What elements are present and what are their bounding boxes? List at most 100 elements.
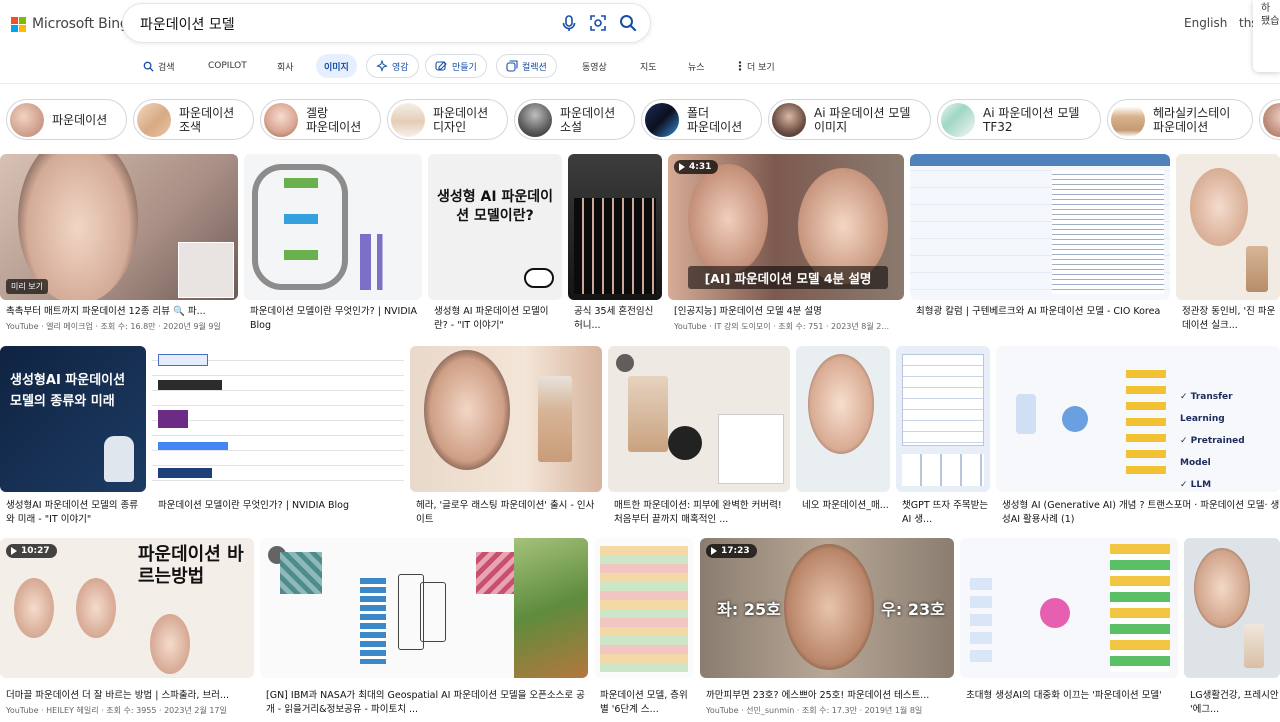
result-thumbnail xyxy=(910,154,1170,300)
related-chip[interactable]: Ai 파운데이션 모델 TF32 xyxy=(937,99,1101,140)
result-thumbnail xyxy=(244,154,422,300)
image-result[interactable]: 최형광 칼럼 | 구텐베르크와 AI 파운데이션 모델 - CIO Korea xyxy=(910,154,1170,334)
related-chip[interactable]: 겔랑 파운데이션 xyxy=(260,99,381,140)
video-result[interactable]: 17:23 좌: 25호 우: 23호 까만피부면 23호? 에스쁘아 25호!… xyxy=(700,538,954,722)
language-link[interactable]: English xyxy=(1184,16,1227,30)
image-result[interactable]: ✓ Transfer Learning ✓ Pretrained Model ✓ L… xyxy=(996,346,1280,532)
thumbnail-text: 생성형 AI 파운데이션 모델이란? xyxy=(437,189,553,224)
tab-collections[interactable]: 컬렉션 xyxy=(496,54,557,78)
result-caption[interactable]: 초대형 생성AI의 대중화 이끄는 '파운데이션 모델' xyxy=(966,689,1178,703)
result-thumbnail: 생성형 AI 파운데이션 모델이란? xyxy=(428,154,562,300)
result-caption[interactable]: 더마끌 파운데이션 더 잘 바르는 방법 | 스파출라, 브러... xyxy=(6,689,254,703)
search-box[interactable]: 파운데이션 모델 xyxy=(123,4,650,42)
result-thumbnail xyxy=(152,346,404,492)
result-caption[interactable]: [인공지능] 파운데이션 모델 4분 설명 xyxy=(674,305,904,319)
chip-thumbnail xyxy=(518,102,552,137)
related-chip[interactable]: 폴더 파운데이션 xyxy=(641,99,762,140)
image-result[interactable]: [GN] IBM과 NASA가 최대의 Geospatial AI 파운데이션 … xyxy=(260,538,588,722)
tab-create[interactable]: 만들기 xyxy=(425,54,487,78)
tab-search[interactable]: 검색 xyxy=(143,54,175,78)
tab-company[interactable]: 회사 xyxy=(277,54,294,78)
related-chip[interactable]: Ai 파운데이션 모델 이미지 xyxy=(768,99,931,140)
related-chip[interactable]: 파운데이션 xyxy=(6,99,127,140)
video-result[interactable]: 4:31 [AI] 파운데이션 모델 4분 설명 [인공지능] 파운데이션 모델… xyxy=(668,154,904,334)
result-caption[interactable]: 파운데이션 모델이란 무엇인가? | NVIDIA Blog xyxy=(158,499,404,513)
image-result[interactable]: 매트한 파운데이션: 피부에 완벽한 커버력! 처음부터 끝까지 매혹적인 ..… xyxy=(608,346,790,532)
result-meta: YouTube · HEILEY 헤일리 · 조회 수: 3955 · 2023… xyxy=(6,706,227,715)
image-result[interactable]: 파운데이션 모델이란 무엇인가? | NVIDIA Blog xyxy=(244,154,422,334)
image-result[interactable]: 헤라, '글로우 래스팅 파운데이션' 출시 - 인사이트 xyxy=(410,346,602,532)
tab-news[interactable]: 뉴스 xyxy=(688,54,705,78)
search-input[interactable]: 파운데이션 모델 xyxy=(140,14,235,34)
image-result[interactable]: 파운데이션 모델이란 무엇인가? | NVIDIA Blog xyxy=(152,346,404,532)
result-caption[interactable]: 공식 35세 혼전임신 허니... xyxy=(574,305,662,333)
thumbnail-labels: ✓ Transfer Learning ✓ Pretrained Model ✓ L… xyxy=(1180,392,1245,490)
result-caption[interactable]: 생성형 AI 파운데이션 모델이란? - "IT 이야기" xyxy=(434,305,562,333)
tab-maps[interactable]: 지도 xyxy=(640,54,657,78)
video-duration-badge: 10:27 xyxy=(6,544,57,558)
tab-label: 영감 xyxy=(392,62,409,73)
related-chip-partial[interactable] xyxy=(1259,99,1280,140)
result-caption[interactable]: LG생활건강, 프레시안 '에그... xyxy=(1190,689,1280,717)
thumbnail-text: 파운데이션 바르는방법 xyxy=(138,544,244,587)
result-caption[interactable]: 네오 파운데이션_매... xyxy=(802,499,890,513)
chip-thumbnail xyxy=(1263,102,1280,137)
result-caption[interactable]: 매트한 파운데이션: 피부에 완벽한 커버력! 처음부터 끝까지 매혹적인 ..… xyxy=(614,499,790,527)
image-result[interactable]: 파운데이션 모델, 층위별 '6단계 스... xyxy=(594,538,694,722)
image-result[interactable]: LG생활건강, 프레시안 '에그... xyxy=(1184,538,1280,722)
tab-label: COPILOT xyxy=(208,61,247,71)
tab-more[interactable]: 더 보기 xyxy=(737,54,775,78)
bing-logo[interactable]: Microsoft Bing xyxy=(11,16,129,32)
result-caption[interactable]: [GN] IBM과 NASA가 최대의 Geospatial AI 파운데이션 … xyxy=(266,689,588,717)
image-result[interactable]: 미리 보기 촉촉부터 매트까지 파운데이션 12종 리뷰 🔍 파... YouT… xyxy=(0,154,238,334)
result-caption[interactable]: 촉촉부터 매트까지 파운데이션 12종 리뷰 🔍 파... xyxy=(6,305,238,319)
result-caption[interactable]: 챗GPT 뜨자 주목받는 AI 생... xyxy=(902,499,990,527)
chip-thumbnail xyxy=(10,102,44,137)
tab-copilot[interactable]: COPILOT xyxy=(208,54,247,78)
play-icon xyxy=(711,547,717,555)
thumbnail-text: 생성형AI 파운데이션 모델의 종류와 미래 xyxy=(10,373,126,409)
result-caption[interactable]: 정관장 동인비, '진 파운데이션 실크... xyxy=(1182,305,1280,333)
chip-label: Ai 파운데이션 모델 이미지 xyxy=(814,105,911,134)
result-caption[interactable]: 파운데이션 모델이란 무엇인가? | NVIDIA Blog xyxy=(250,305,422,333)
result-thumbnail: 10:27 파운데이션 바르는방법 xyxy=(0,538,254,678)
image-result[interactable]: 생성형AI 파운데이션 모델의 종류와 미래 생성형AI 파운데이션 모델의 종… xyxy=(0,346,146,532)
image-result[interactable]: 생성형 AI 파운데이션 모델이란? 생성형 AI 파운데이션 모델이란? - … xyxy=(428,154,562,334)
result-caption[interactable]: 최형광 칼럼 | 구텐베르크와 AI 파운데이션 모델 - CIO Korea xyxy=(916,305,1170,319)
related-chip[interactable]: 파운데이션 디자인 xyxy=(387,99,508,140)
tab-label: 회사 xyxy=(277,62,294,73)
tab-images[interactable]: 이미지 xyxy=(316,54,357,78)
chip-label: 파운데이션 조색 xyxy=(179,105,235,134)
result-caption[interactable]: 파운데이션 모델, 층위별 '6단계 스... xyxy=(600,689,694,717)
image-result[interactable]: 초대형 생성AI의 대중화 이끄는 '파운데이션 모델' xyxy=(960,538,1178,722)
chip-thumbnail xyxy=(1111,102,1145,137)
result-thumbnail xyxy=(608,346,790,492)
image-result[interactable]: 정관장 동인비, '진 파운데이션 실크... xyxy=(1176,154,1280,334)
related-chip[interactable]: 파운데이션 조색 xyxy=(133,99,254,140)
result-caption[interactable]: 생성형 AI (Generative AI) 개념 ? 트랜스포머 · 파운데이… xyxy=(1002,499,1280,527)
related-chip[interactable]: 헤라실키스테이 파운데이션 xyxy=(1107,99,1253,140)
chip-label: 겔랑 파운데이션 xyxy=(306,105,362,134)
image-result[interactable]: 공식 35세 혼전임신 허니... xyxy=(568,154,662,334)
result-thumbnail xyxy=(410,346,602,492)
video-result[interactable]: 10:27 파운데이션 바르는방법 더마끌 파운데이션 더 잘 바르는 방법 |… xyxy=(0,538,254,722)
chip-thumbnail xyxy=(264,102,298,137)
chip-thumbnail xyxy=(645,102,679,137)
tab-label: 이미지 xyxy=(324,62,349,73)
scope-tabs: 검색 COPILOT 회사 이미지 영감 만들기 컬렉션 동영상 지도 뉴스 더… xyxy=(0,54,1280,80)
brand-name: Microsoft Bing xyxy=(32,16,129,32)
corner-popup-text: 하 됐습 xyxy=(1261,3,1280,27)
result-meta: YouTube · 엘리 메이크업 · 조회 수: 16.8만 · 2020년 … xyxy=(6,322,221,331)
image-result[interactable]: 챗GPT 뜨자 주목받는 AI 생... xyxy=(896,346,990,532)
microphone-icon[interactable] xyxy=(559,13,579,33)
result-caption[interactable]: 헤라, '글로우 래스팅 파운데이션' 출시 - 인사이트 xyxy=(416,499,602,527)
result-caption[interactable]: 까만피부면 23호? 에스쁘아 25호! 파운데이션 테스트... xyxy=(706,689,954,703)
tab-videos[interactable]: 동영상 xyxy=(582,54,607,78)
result-thumbnail xyxy=(796,346,890,492)
image-result[interactable]: 네오 파운데이션_매... xyxy=(796,346,890,532)
visual-search-icon[interactable] xyxy=(588,13,608,33)
tab-inspiration[interactable]: 영감 xyxy=(366,54,419,78)
search-icon[interactable] xyxy=(618,13,638,33)
related-chip[interactable]: 파운데이션 소설 xyxy=(514,99,635,140)
result-caption[interactable]: 생성형AI 파운데이션 모델의 종류와 미래 - "IT 이야기" xyxy=(6,499,146,527)
